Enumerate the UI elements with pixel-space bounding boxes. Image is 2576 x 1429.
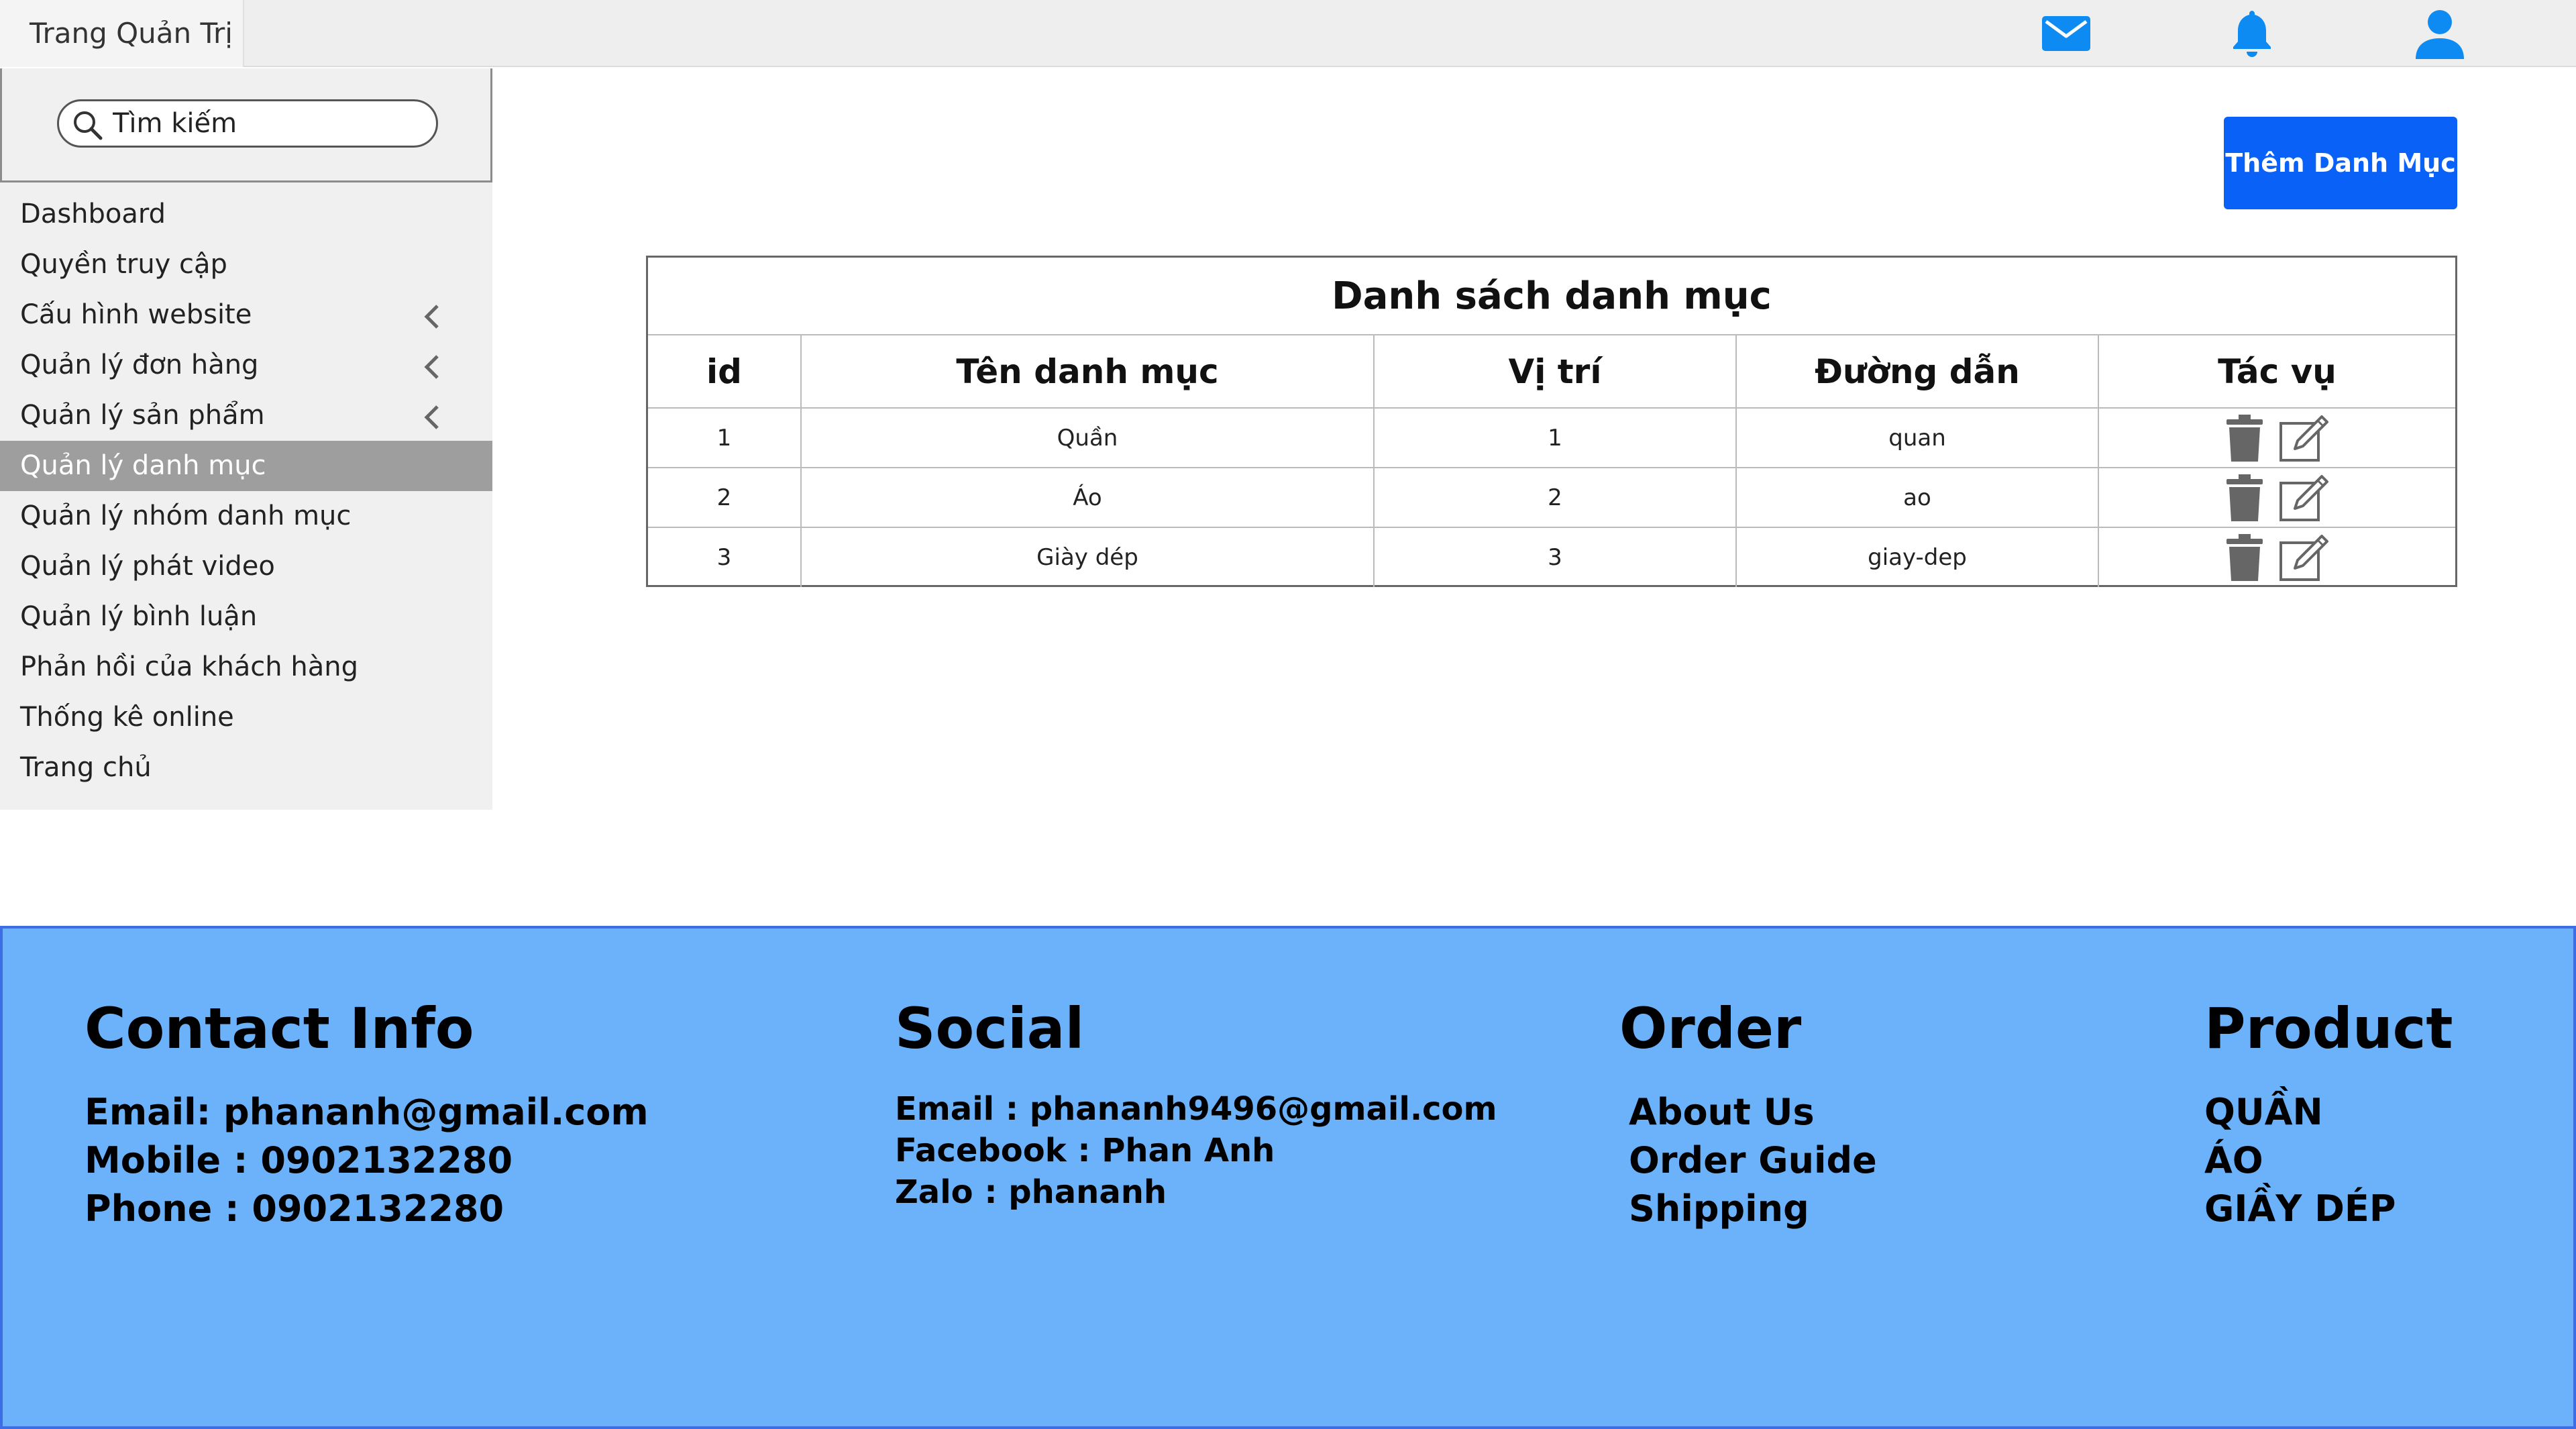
sidebar-item-label: Trang chủ [20,752,152,783]
cell-name: Giày dép [801,527,1375,587]
footer-contact-email: Email: phananh@gmail.com [85,1091,649,1133]
edit-icon[interactable] [2279,474,2330,522]
sidebar-item-videos[interactable]: Quản lý phát video [0,541,492,592]
footer-heading: Social [895,996,1085,1061]
footer-heading: Product [2204,996,2453,1061]
footer: Contact Info Email: phananh@gmail.com Mo… [0,926,2576,1429]
category-table: Danh sách danh mục id Tên danh mục Vị tr… [646,256,2457,587]
trash-icon[interactable] [2225,533,2264,582]
user-icon[interactable] [2410,7,2470,60]
chevron-left-icon[interactable] [419,404,445,431]
cell-actions [2098,468,2455,528]
search-box[interactable] [57,99,438,148]
cell-position: 3 [1374,527,1737,587]
table-row: 1 Quần 1 quan [648,408,2455,468]
sidebar-item-label: Quản lý nhóm danh mục [20,500,352,531]
column-header-name: Tên danh mục [801,335,1375,409]
footer-social: Social Email : phananh9496@gmail.com Fac… [895,996,1497,1213]
chevron-left-icon[interactable] [419,354,445,380]
cell-id: 1 [648,408,802,468]
footer-social-facebook[interactable]: Facebook : Phan Anh [895,1130,1497,1171]
footer-link-about-us[interactable]: About Us [1619,1088,1877,1136]
sidebar-item-products[interactable]: Quản lý sản phẩm [0,390,492,441]
column-header-slug: Đường dẫn [1736,335,2099,409]
sidebar-item-dashboard[interactable]: Dashboard [0,189,492,240]
sidebar-item-feedback[interactable]: Phản hồi của khách hàng [0,642,492,692]
column-header-position: Vị trí [1374,335,1737,409]
sidebar-item-label: Quản lý danh mục [20,450,266,481]
sidebar-item-label: Thống kê online [20,702,234,733]
sidebar-search-area [0,68,492,182]
sidebar: Dashboard Quyền truy cập Cấu hình websit… [0,68,492,810]
edit-icon[interactable] [2279,533,2330,582]
footer-link-ao[interactable]: ÁO [2204,1136,2453,1185]
sidebar-item-label: Quản lý phát video [20,551,275,582]
cell-name: Quần [801,408,1375,468]
column-header-id: id [648,335,802,409]
sidebar-item-label: Quản lý bình luận [20,601,258,632]
edit-icon[interactable] [2279,414,2330,462]
sidebar-item-label: Quản lý sản phẩm [20,400,265,431]
cell-id: 2 [648,468,802,528]
trash-icon[interactable] [2225,413,2264,463]
cell-actions [2098,527,2455,587]
footer-link-shipping[interactable]: Shipping [1619,1185,1877,1233]
footer-link-quan[interactable]: QUẦN [2204,1088,2453,1136]
top-bar: Trang Quản Trị [0,0,2576,67]
sidebar-item-label: Quản lý đơn hàng [20,350,259,380]
search-input[interactable] [113,105,421,142]
footer-link-order-guide[interactable]: Order Guide [1619,1136,1877,1185]
sidebar-item-online-stats[interactable]: Thống kê online [0,692,492,743]
footer-product: Product QUẦN ÁO GIẦY DÉP [2204,996,2453,1233]
sidebar-item-label: Quyền truy cập [20,249,227,280]
cell-position: 2 [1374,468,1737,528]
sidebar-item-home[interactable]: Trang chủ [0,743,492,793]
sidebar-nav: Dashboard Quyền truy cập Cấu hình websit… [0,189,492,793]
footer-link-giay-dep[interactable]: GIẦY DÉP [2204,1185,2453,1233]
chevron-left-icon[interactable] [419,303,445,330]
trash-icon[interactable] [2225,473,2264,523]
add-category-button[interactable]: Thêm Danh Mục [2224,117,2457,209]
cell-id: 3 [648,527,802,587]
sidebar-item-category-groups[interactable]: Quản lý nhóm danh mục [0,491,492,541]
footer-social-zalo[interactable]: Zalo : phananh [895,1171,1497,1213]
mail-icon[interactable] [2036,7,2096,60]
cell-name: Áo [801,468,1375,528]
cell-actions [2098,408,2455,468]
cell-slug: quan [1736,408,2099,468]
footer-heading: Order [1619,996,1802,1061]
bell-icon[interactable] [2222,7,2282,60]
table-row: 2 Áo 2 ao [648,468,2455,528]
footer-contact-mobile: Mobile : 0902132280 [85,1139,513,1181]
category-table-grid: id Tên danh mục Vị trí Đường dẫn Tác vụ … [648,335,2455,587]
table-header-row: id Tên danh mục Vị trí Đường dẫn Tác vụ [648,335,2455,409]
sidebar-item-orders[interactable]: Quản lý đơn hàng [0,340,492,390]
footer-contact-phone: Phone : 0902132280 [85,1187,504,1230]
cell-position: 1 [1374,408,1737,468]
footer-social-email[interactable]: Email : phananh9496@gmail.com [895,1088,1497,1130]
sidebar-item-categories[interactable]: Quản lý danh mục [0,441,492,491]
cell-slug: giay-dep [1736,527,2099,587]
table-row: 3 Giày dép 3 giay-dep [648,527,2455,587]
table-title: Danh sách danh mục [648,258,2455,335]
app-title[interactable]: Trang Quản Trị [0,0,244,67]
sidebar-item-label: Phản hồi của khách hàng [20,651,358,682]
footer-contact: Contact Info Email: phananh@gmail.com Mo… [85,996,649,1233]
footer-heading: Contact Info [85,996,474,1061]
footer-order: Order About Us Order Guide Shipping [1619,996,1877,1233]
sidebar-item-comments[interactable]: Quản lý bình luận [0,592,492,642]
sidebar-item-label: Dashboard [20,199,166,229]
sidebar-item-label: Cấu hình website [20,299,252,330]
cell-slug: ao [1736,468,2099,528]
sidebar-item-permissions[interactable]: Quyền truy cập [0,240,492,290]
search-icon [71,109,105,145]
column-header-actions: Tác vụ [2098,335,2455,409]
sidebar-item-website-config[interactable]: Cấu hình website [0,290,492,340]
